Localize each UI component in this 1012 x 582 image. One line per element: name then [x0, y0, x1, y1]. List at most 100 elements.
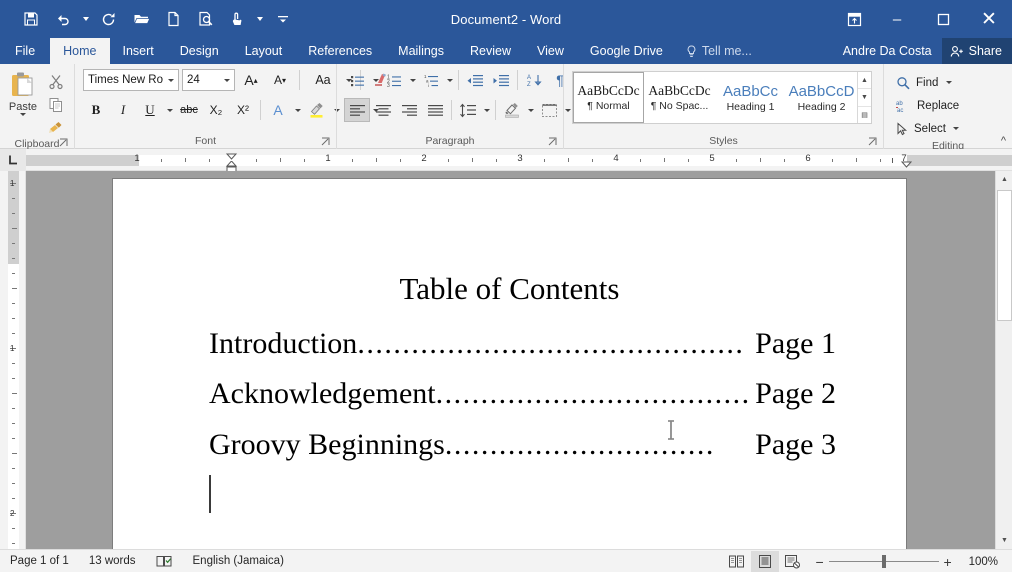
align-right-icon[interactable]: [396, 98, 422, 122]
tab-google-drive[interactable]: Google Drive: [577, 38, 676, 64]
line-spacing-dropdown-icon[interactable]: [481, 108, 492, 112]
grow-font-button[interactable]: A ▴: [238, 68, 264, 92]
bold-button[interactable]: B: [83, 98, 109, 122]
zoom-out-button[interactable]: −: [811, 554, 829, 570]
subscript-button[interactable]: X₂: [203, 98, 229, 122]
select-button[interactable]: Select: [892, 117, 966, 140]
line-spacing-icon[interactable]: [455, 98, 481, 122]
shading-icon[interactable]: [499, 98, 525, 122]
align-left-icon[interactable]: [344, 98, 370, 122]
redo-icon[interactable]: [94, 5, 124, 33]
replace-button[interactable]: ab ac Replace: [892, 94, 966, 117]
cut-icon[interactable]: [43, 71, 69, 92]
numbering-icon[interactable]: 123: [381, 68, 407, 92]
numbering-dropdown-icon[interactable]: [407, 78, 418, 82]
underline-button[interactable]: U: [137, 98, 163, 122]
language-status[interactable]: English (Jamaica): [183, 550, 294, 573]
scrollbar-thumb[interactable]: [997, 190, 1012, 321]
font-size-combobox[interactable]: 24: [182, 69, 235, 91]
shading-dropdown-icon[interactable]: [525, 108, 536, 112]
shrink-font-button[interactable]: A ▾: [267, 68, 293, 92]
bullets-icon[interactable]: [344, 68, 370, 92]
style-heading-1[interactable]: AaBbCс Heading 1: [715, 72, 786, 123]
decrease-indent-icon[interactable]: [462, 68, 488, 92]
share-button[interactable]: Share: [941, 38, 1012, 64]
print-preview-icon[interactable]: [190, 5, 220, 33]
new-document-icon[interactable]: [158, 5, 188, 33]
toc-entry-1[interactable]: Introduction ...........................…: [209, 327, 836, 361]
multilevel-list-icon[interactable]: 1ai: [418, 68, 444, 92]
font-dialog-launcher[interactable]: [321, 137, 331, 147]
tab-layout[interactable]: Layout: [232, 38, 296, 64]
borders-icon[interactable]: [536, 98, 562, 122]
tab-view[interactable]: View: [524, 38, 577, 64]
read-mode-icon[interactable]: [723, 551, 751, 572]
zoom-slider[interactable]: − +: [807, 554, 961, 570]
tab-mailings[interactable]: Mailings: [385, 38, 457, 64]
ribbon-display-options-icon[interactable]: [834, 0, 874, 38]
justify-icon[interactable]: [422, 98, 448, 122]
page-count-status[interactable]: Page 1 of 1: [0, 550, 79, 573]
left-tab-stop-icon[interactable]: [0, 148, 26, 171]
sort-icon[interactable]: AZ: [521, 68, 547, 92]
highlight-icon[interactable]: [304, 98, 330, 122]
save-icon[interactable]: [16, 5, 46, 33]
customize-qat-icon[interactable]: [268, 5, 298, 33]
clipboard-dialog-launcher[interactable]: [59, 138, 69, 148]
superscript-button[interactable]: X²: [230, 98, 256, 122]
paragraph-dialog-launcher[interactable]: [548, 137, 558, 147]
scroll-up-icon[interactable]: ▲: [996, 171, 1012, 188]
copy-icon[interactable]: [43, 94, 69, 115]
right-indent-marker[interactable]: [901, 161, 912, 168]
format-painter-icon[interactable]: [43, 117, 69, 138]
undo-icon[interactable]: [48, 5, 78, 33]
font-name-dropdown-icon[interactable]: [164, 78, 178, 82]
scroll-down-icon[interactable]: ▼: [996, 532, 1012, 549]
text-effects-button[interactable]: A: [265, 98, 291, 122]
document-canvas[interactable]: Table of Contents Introduction .........…: [26, 171, 1012, 549]
first-line-indent-marker[interactable]: [226, 153, 237, 160]
document-page[interactable]: Table of Contents Introduction .........…: [113, 179, 906, 549]
toc-entry-2[interactable]: Acknowledgement ........................…: [209, 377, 836, 411]
strikethrough-button[interactable]: abc: [176, 98, 202, 122]
styles-more-icon[interactable]: ▤: [858, 107, 871, 123]
word-count-status[interactable]: 13 words: [79, 550, 146, 573]
horizontal-ruler[interactable]: 1 1 2 3 4 5 6 7: [26, 152, 1012, 173]
find-dropdown-icon[interactable]: [943, 81, 954, 84]
zoom-slider-track[interactable]: [828, 555, 939, 568]
tab-review[interactable]: Review: [457, 38, 524, 64]
styles-scroll-down-icon[interactable]: ▼: [858, 89, 871, 107]
style-normal[interactable]: AaBbCcDc ¶ Normal: [573, 72, 644, 123]
styles-scroll-up-icon[interactable]: ▲: [858, 72, 871, 90]
underline-dropdown-icon[interactable]: [164, 108, 175, 112]
account-name[interactable]: Andre Da Costa: [833, 38, 942, 64]
styles-gallery-scrollbar[interactable]: ▲ ▼ ▤: [857, 72, 871, 123]
find-button[interactable]: Find: [892, 71, 966, 94]
tab-references[interactable]: References: [295, 38, 385, 64]
style-heading-2[interactable]: AaBbCcD Heading 2: [786, 72, 857, 123]
tab-stop-marker[interactable]: [892, 157, 893, 163]
tell-me-search[interactable]: Tell me...: [676, 38, 762, 64]
multilevel-list-dropdown-icon[interactable]: [444, 78, 455, 82]
paste-button[interactable]: Paste: [5, 68, 41, 116]
touch-mode-dropdown-icon[interactable]: [254, 5, 266, 33]
style-no-spacing[interactable]: AaBbCcDc ¶ No Spac...: [644, 72, 715, 123]
undo-dropdown-icon[interactable]: [80, 5, 92, 33]
vertical-ruler[interactable]: 1 1 2: [0, 171, 26, 549]
italic-button[interactable]: I: [110, 98, 136, 122]
maximize-button[interactable]: [920, 0, 966, 38]
text-effects-dropdown-icon[interactable]: [292, 108, 303, 112]
zoom-slider-thumb[interactable]: [881, 555, 886, 568]
paste-dropdown-icon[interactable]: [18, 113, 29, 116]
tab-insert[interactable]: Insert: [110, 38, 167, 64]
change-case-button[interactable]: Aa: [306, 73, 340, 87]
touch-mode-icon[interactable]: [222, 5, 252, 33]
vertical-scrollbar[interactable]: ▲ ▼: [995, 171, 1012, 549]
styles-dialog-launcher[interactable]: [868, 137, 878, 147]
increase-indent-icon[interactable]: [488, 68, 514, 92]
open-icon[interactable]: [126, 5, 156, 33]
font-name-combobox[interactable]: Times New Ro: [83, 69, 179, 91]
proofing-errors-icon[interactable]: [146, 550, 183, 573]
web-layout-icon[interactable]: [779, 551, 807, 572]
align-center-icon[interactable]: [370, 98, 396, 122]
